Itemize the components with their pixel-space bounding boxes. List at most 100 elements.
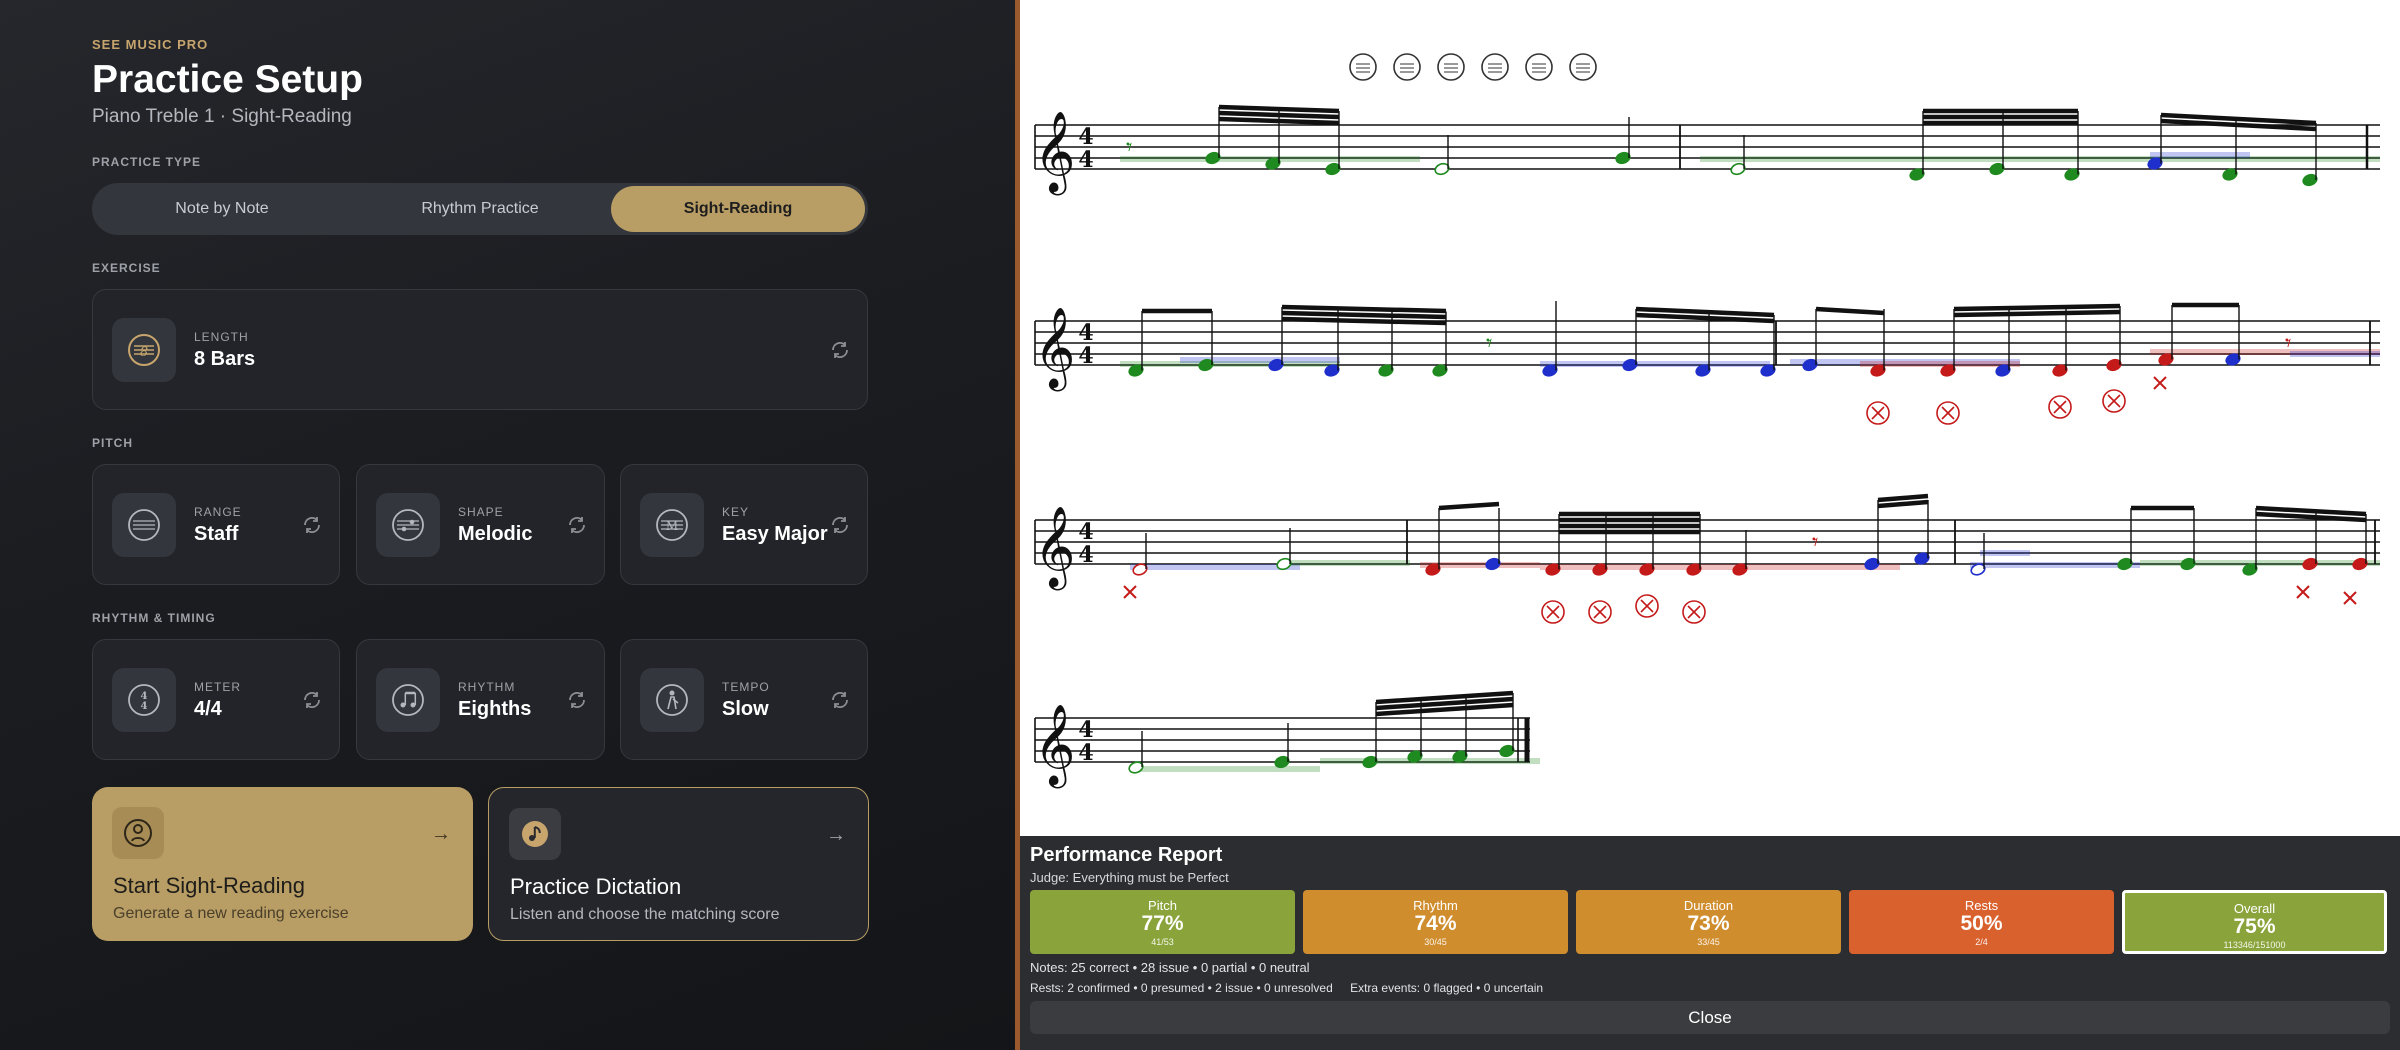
score-view: 𝄞 4 4 𝄾 𝄞 4 4 𝄾 𝄾 𝄞 4 4 𝄾 𝄞 4 4 bbox=[1020, 0, 2400, 836]
staff-4: 𝄞 44 bbox=[1034, 690, 1540, 788]
pitch-label: PITCH bbox=[92, 436, 133, 450]
practice-dictation-button[interactable]: → Practice Dictation Listen and choose t… bbox=[488, 787, 869, 941]
metric-rhythm: Rhythm 74% 30/45 bbox=[1303, 890, 1568, 954]
beam bbox=[1218, 110, 1340, 120]
practice-type-note-by-note[interactable]: Note by Note bbox=[95, 186, 349, 232]
metric-value: 74% bbox=[1414, 912, 1457, 935]
meter-icon: 44 bbox=[112, 668, 176, 732]
shape-icon bbox=[376, 493, 440, 557]
clef-icon[interactable] bbox=[1437, 53, 1465, 81]
staff-2: 𝄞 44 𝄾 𝄾 bbox=[1034, 301, 2380, 425]
icon-ring bbox=[1437, 53, 1465, 81]
start-sight-reading-desc: Generate a new reading exercise bbox=[113, 905, 349, 922]
rests-summary-text: Rests: 2 confirmed • 0 presumed • 2 issu… bbox=[1030, 981, 1333, 995]
svg-text:8: 8 bbox=[140, 345, 148, 360]
timing-bar bbox=[2140, 560, 2380, 566]
start-sight-reading-button[interactable]: → Start Sight-Reading Generate a new rea… bbox=[92, 787, 473, 941]
rest: 𝄾 bbox=[1812, 528, 1818, 556]
metric-value: 75% bbox=[2233, 915, 2276, 938]
refresh-icon[interactable] bbox=[829, 689, 851, 711]
practice-type-sight-reading[interactable]: Sight-Reading bbox=[611, 186, 865, 232]
score-icon[interactable] bbox=[1349, 53, 1377, 81]
refresh-icon[interactable] bbox=[566, 689, 588, 711]
key-value: Easy Major bbox=[722, 523, 828, 545]
metric-label: Pitch bbox=[1148, 898, 1177, 913]
range-card[interactable]: RANGE Staff bbox=[92, 464, 340, 585]
treble-clef: 𝄞 bbox=[1034, 703, 1075, 788]
length-label: LENGTH bbox=[194, 330, 249, 344]
staff-1: 𝄞 44 𝄾 bbox=[1034, 104, 2380, 195]
meter-value: 4/4 bbox=[194, 698, 222, 720]
metric-value: 77% bbox=[1141, 912, 1184, 935]
rest: 𝄾 bbox=[1486, 329, 1492, 357]
practice-type-rhythm-practice[interactable]: Rhythm Practice bbox=[353, 186, 607, 232]
key-label: KEY bbox=[722, 505, 750, 519]
shape-value: Melodic bbox=[458, 523, 533, 545]
beam bbox=[1953, 309, 2121, 318]
refresh-icon[interactable] bbox=[301, 514, 323, 536]
metric-pitch: Pitch 77% 41/53 bbox=[1030, 890, 1295, 954]
arrow-right-icon: → bbox=[431, 823, 451, 845]
practice-dictation-title: Practice Dictation bbox=[510, 874, 682, 899]
timing-bar bbox=[1320, 758, 1540, 764]
time-signature-bottom: 4 bbox=[1078, 343, 1093, 369]
shape-card[interactable]: SHAPE Melodic bbox=[356, 464, 605, 585]
range-icon bbox=[112, 493, 176, 557]
timing-bar bbox=[2150, 152, 2250, 158]
refresh-icon[interactable] bbox=[566, 514, 588, 536]
metric-sub: 2/4 bbox=[1975, 937, 1988, 947]
tempo-icon[interactable] bbox=[1525, 53, 1553, 81]
beam bbox=[1815, 306, 1885, 316]
length-value: 8 Bars bbox=[194, 348, 256, 370]
time-signature-bottom: 4 bbox=[1078, 740, 1093, 766]
refresh-icon[interactable] bbox=[829, 514, 851, 536]
page-title: Practice Setup bbox=[92, 58, 363, 101]
shape-label: SHAPE bbox=[458, 505, 504, 519]
close-button[interactable]: Close bbox=[1030, 1001, 2390, 1034]
eighth-notes-icon bbox=[376, 668, 440, 732]
metric-duration: Duration 73% 33/45 bbox=[1576, 890, 1841, 954]
key-card[interactable]: M KEY Easy Major bbox=[620, 464, 868, 585]
sight-reading-icon bbox=[112, 807, 164, 859]
timing-bar bbox=[1980, 550, 2030, 556]
notes-summary: Notes: 25 correct • 28 issue • 0 partial… bbox=[1030, 960, 1310, 975]
metric-sub: 33/45 bbox=[1697, 937, 1720, 947]
timing-bar bbox=[2290, 351, 2380, 357]
refresh-icon[interactable] bbox=[301, 689, 323, 711]
exercise-label: EXERCISE bbox=[92, 261, 161, 275]
beam bbox=[1281, 310, 1447, 320]
metric-overall: Overall 75% 113346/151000 bbox=[2122, 890, 2387, 954]
icon-ring bbox=[1569, 53, 1597, 81]
rest: 𝄾 bbox=[1126, 133, 1132, 161]
music-note-icon[interactable] bbox=[1569, 53, 1597, 81]
meter-card[interactable]: 44 METER 4/4 bbox=[92, 639, 340, 760]
beam bbox=[1281, 316, 1447, 326]
refresh-icon[interactable] bbox=[829, 339, 851, 361]
practice-dictation-desc: Listen and choose the matching score bbox=[510, 906, 780, 923]
metric-label: Rhythm bbox=[1413, 898, 1458, 913]
tempo-card[interactable]: TEMPO Slow bbox=[620, 639, 868, 760]
practice-type-segmented-control: Note by Note Rhythm Practice Sight-Readi… bbox=[92, 183, 868, 235]
length-card[interactable]: 8 LENGTH 8 Bars bbox=[92, 289, 868, 410]
treble-clef: 𝄞 bbox=[1034, 505, 1075, 590]
practice-type-label: PRACTICE TYPE bbox=[92, 155, 202, 169]
performance-report-panel: Performance Report Judge: Everything mus… bbox=[1020, 836, 2400, 1050]
brand-label: SEE MUSIC PRO bbox=[92, 37, 209, 52]
treble-clef: 𝄞 bbox=[1034, 110, 1075, 195]
report-judge: Judge: Everything must be Perfect bbox=[1030, 870, 1229, 885]
timing-bar bbox=[1130, 564, 1300, 570]
beam bbox=[1438, 501, 1500, 511]
meter-icon[interactable] bbox=[1481, 53, 1509, 81]
notes-icon[interactable] bbox=[1393, 53, 1421, 81]
metric-sub: 41/53 bbox=[1151, 937, 1174, 947]
svg-text:M: M bbox=[666, 519, 678, 533]
rhythm-card[interactable]: RHYTHM Eighths bbox=[356, 639, 605, 760]
tempo-icon bbox=[640, 668, 704, 732]
metric-rests: Rests 50% 2/4 bbox=[1849, 890, 2114, 954]
beam bbox=[1218, 116, 1340, 126]
metric-label: Rests bbox=[1964, 898, 1999, 913]
practice-setup-panel: SEE MUSIC PRO Practice Setup Piano Trebl… bbox=[0, 0, 1015, 1050]
rhythm-timing-label: RHYTHM & TIMING bbox=[92, 611, 216, 625]
time-signature-bottom: 4 bbox=[1078, 542, 1093, 568]
beam bbox=[1953, 303, 2121, 312]
